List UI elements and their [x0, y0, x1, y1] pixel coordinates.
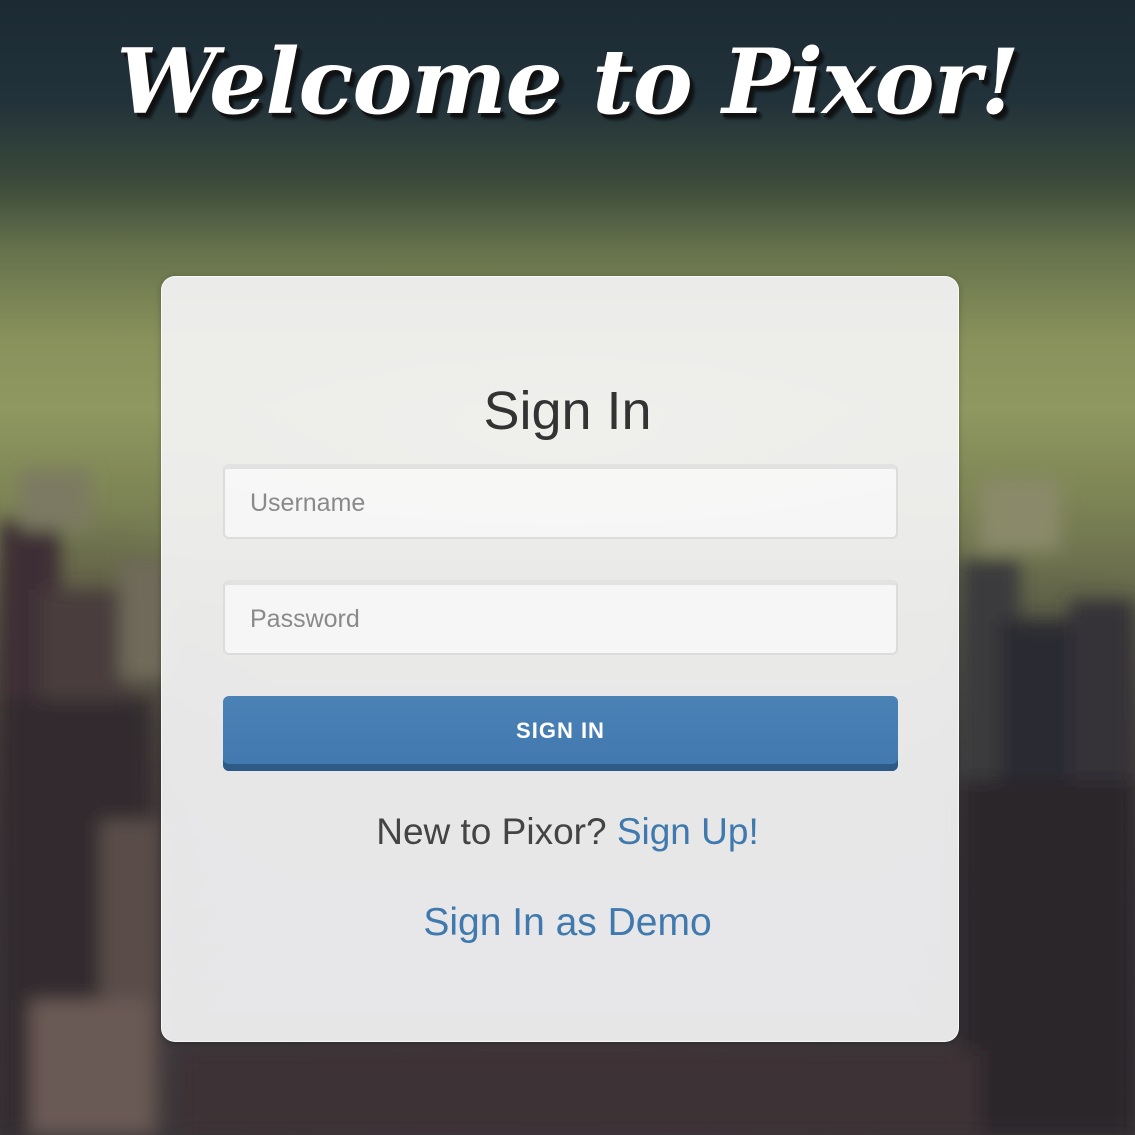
welcome-heading: Welcome to Pixor!	[116, 29, 1019, 135]
demo-signin-link[interactable]: Sign In as Demo	[423, 901, 711, 944]
signup-link[interactable]: Sign Up!	[617, 811, 759, 852]
password-input[interactable]	[223, 580, 898, 655]
signup-prompt: New to Pixor? Sign Up!	[0, 808, 1135, 856]
signin-title: Sign In	[483, 381, 652, 441]
signin-button[interactable]: SIGN IN	[223, 696, 898, 771]
signup-prompt-text: New to Pixor?	[376, 811, 617, 852]
demo-signin-row: Sign In as Demo	[0, 898, 1135, 948]
username-input[interactable]	[223, 464, 898, 539]
